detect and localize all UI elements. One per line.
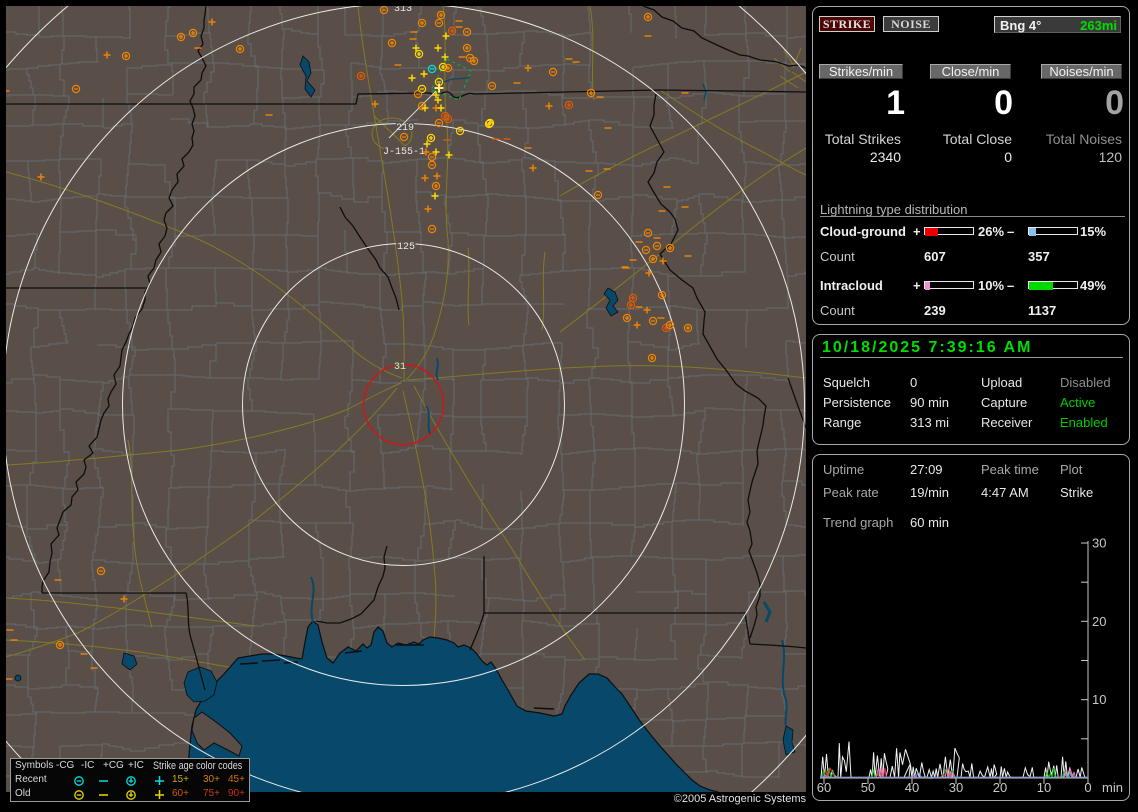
svg-text:10: 10 xyxy=(1037,780,1051,795)
svg-text:50: 50 xyxy=(861,780,875,795)
svg-text:30: 30 xyxy=(1092,536,1106,551)
svg-text:60: 60 xyxy=(817,780,831,795)
svg-text:40: 40 xyxy=(905,780,919,795)
svg-text:20: 20 xyxy=(1092,614,1106,629)
svg-text:20: 20 xyxy=(993,780,1007,795)
svg-text:30: 30 xyxy=(949,780,963,795)
svg-text:125: 125 xyxy=(397,242,415,253)
svg-text:10: 10 xyxy=(1092,692,1106,707)
svg-text:min: min xyxy=(1102,780,1123,795)
svg-text:313: 313 xyxy=(394,6,412,15)
svg-text:J-155-1: J-155-1 xyxy=(383,147,425,158)
svg-text:0: 0 xyxy=(1084,780,1091,795)
svg-text:31: 31 xyxy=(394,362,406,373)
